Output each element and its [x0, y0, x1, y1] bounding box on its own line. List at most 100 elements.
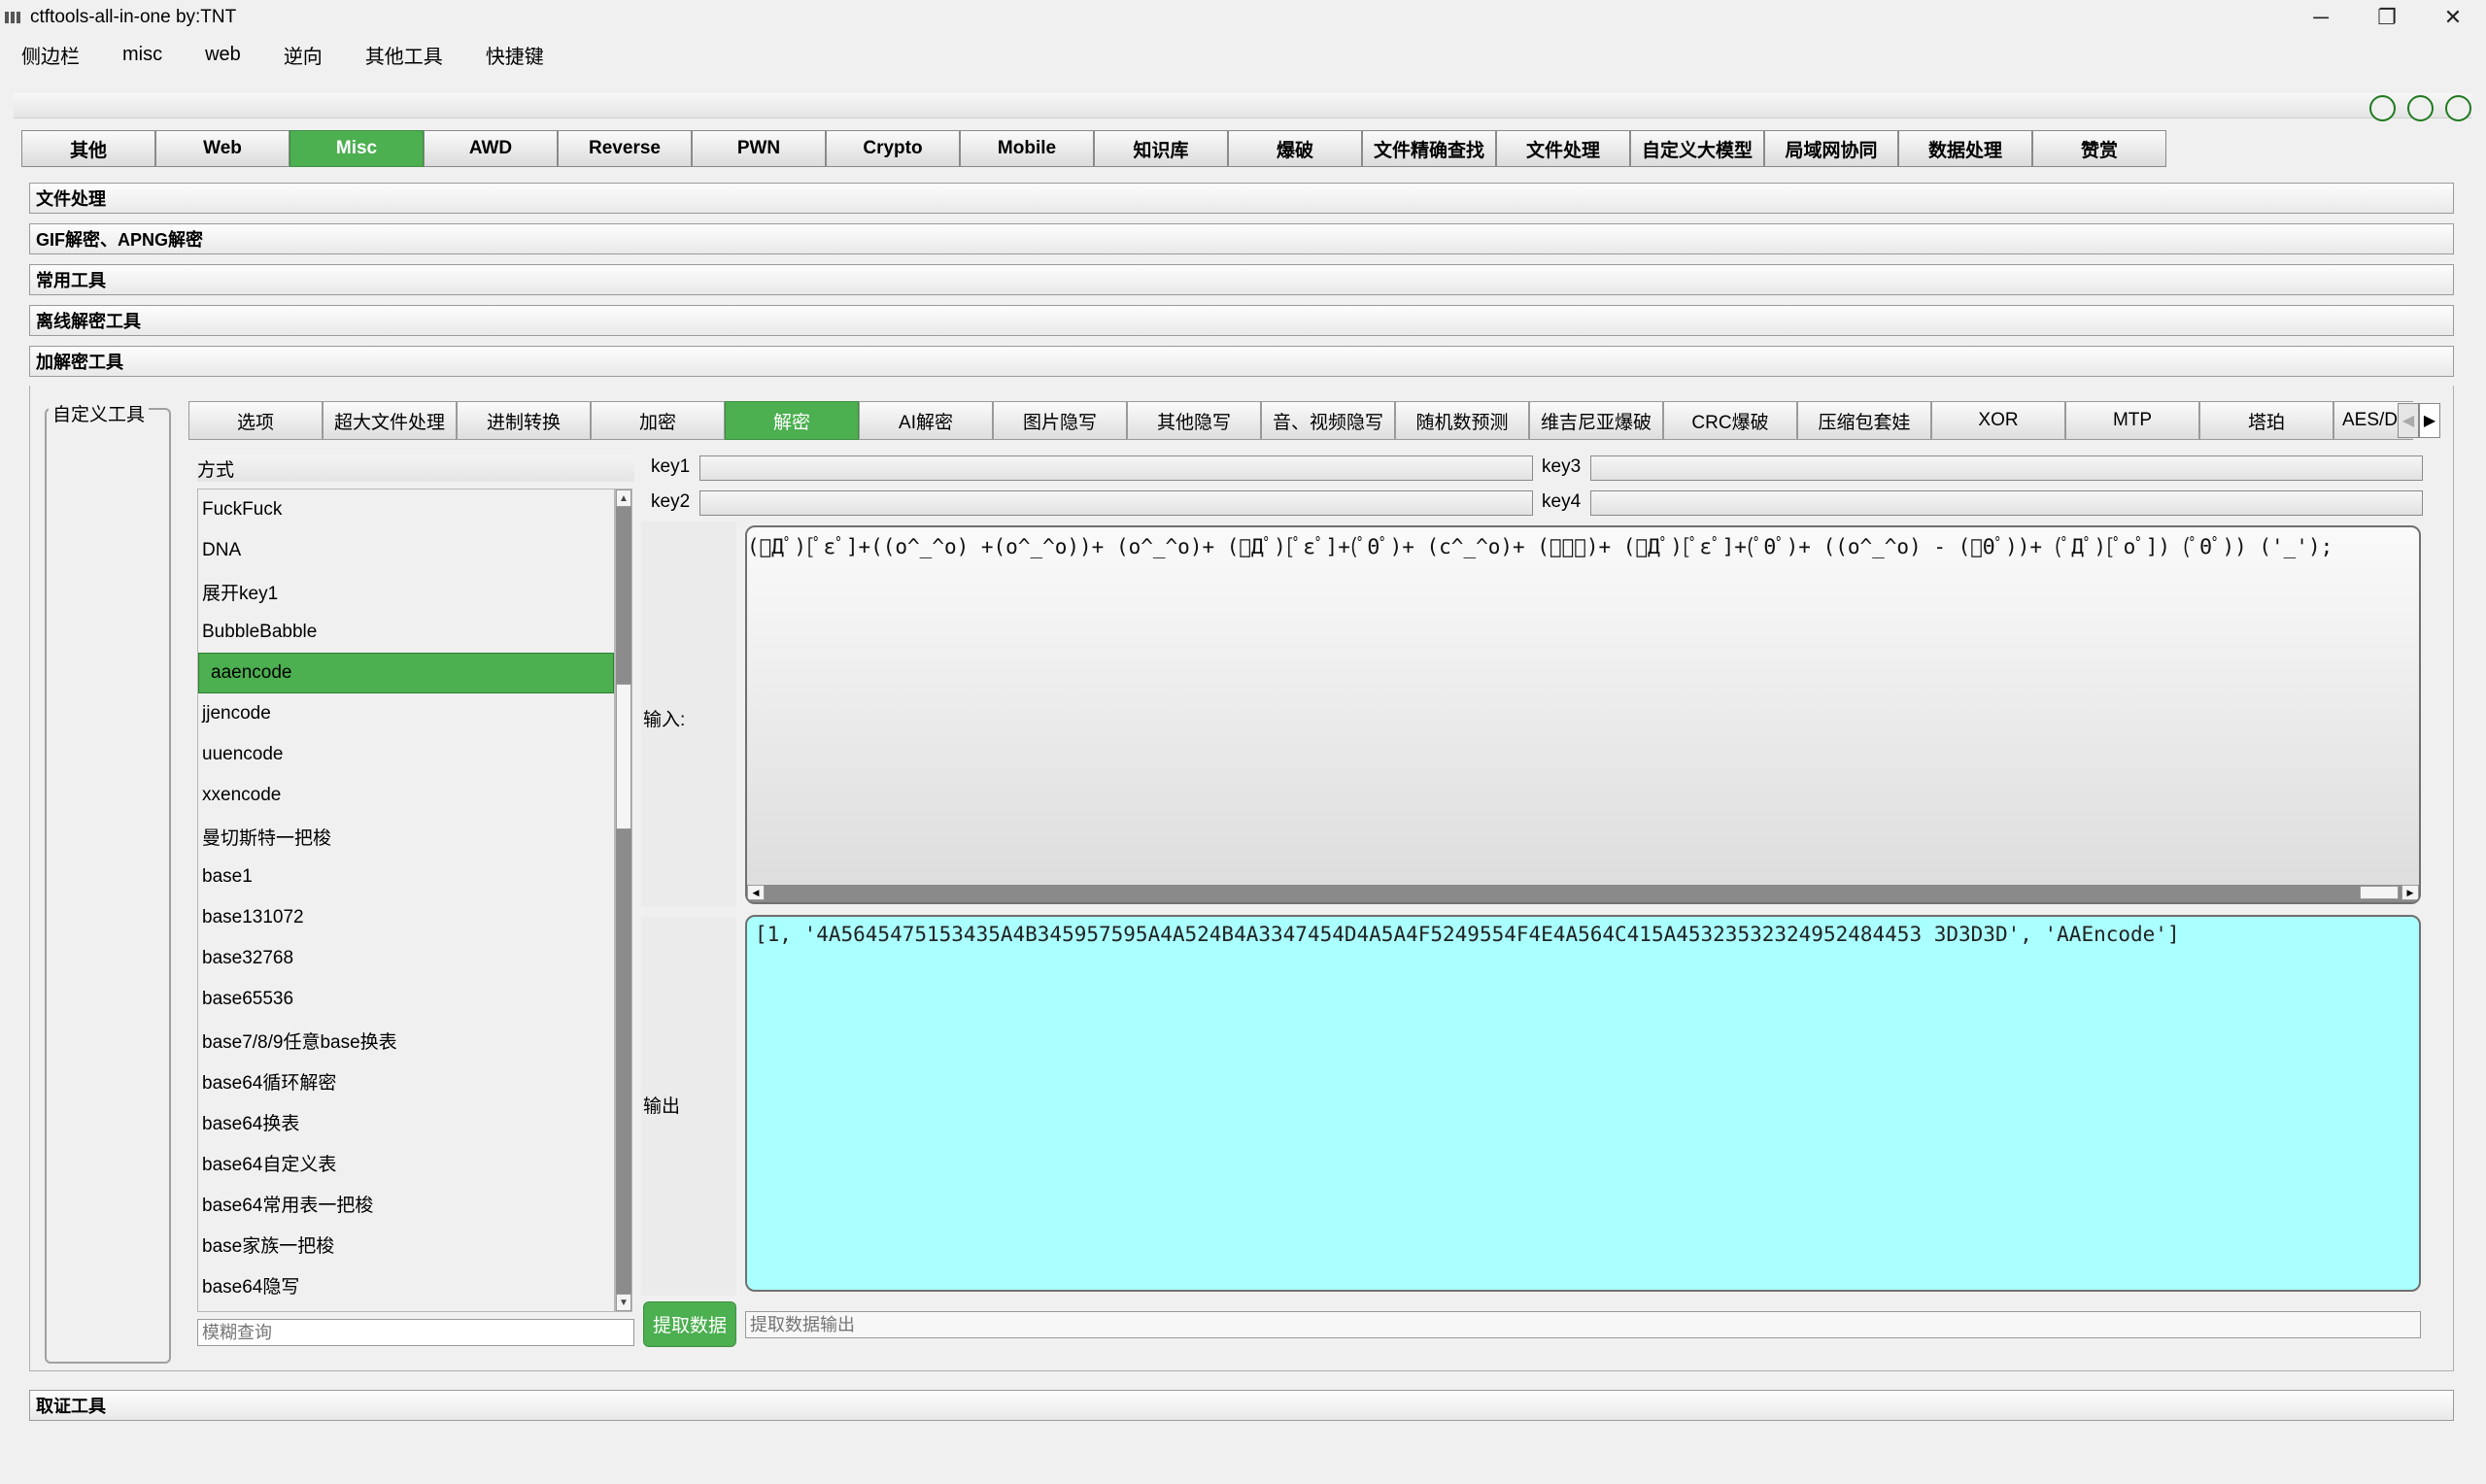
sub-tab[interactable]: 压缩包套娃 [1797, 401, 1931, 440]
accordion-forensics-tools[interactable]: 取证工具 [29, 1390, 2454, 1421]
method-list-item[interactable]: 展开key1 [198, 571, 614, 612]
minimize-icon[interactable]: ─ [2288, 0, 2354, 35]
sub-tab[interactable]: 解密 [725, 401, 859, 440]
menu-item[interactable]: web [184, 44, 262, 66]
menu-item[interactable]: 逆向 [262, 41, 344, 69]
sub-tab-scroll: ◀ ▶ [2398, 403, 2440, 438]
method-list-item[interactable]: uuencode [198, 734, 614, 775]
app-icon [5, 12, 22, 23]
main-tab[interactable]: 文件处理 [1496, 130, 1630, 167]
method-list-item[interactable]: base64常用表一把梭 [198, 1183, 614, 1224]
sub-tab[interactable]: 选项 [188, 401, 323, 440]
main-tab[interactable]: 局域网协同 [1764, 130, 1898, 167]
restore-icon[interactable]: ❐ [2354, 0, 2420, 35]
method-list-item[interactable]: base64换表 [198, 1101, 614, 1142]
method-list-item[interactable]: base32768 [198, 938, 614, 979]
sub-tab[interactable]: 音、视频隐写 [1261, 401, 1395, 440]
method-list-item[interactable]: base家族一把梭 [198, 1224, 614, 1265]
main-tab[interactable]: 自定义大模型 [1630, 130, 1764, 167]
sub-tab[interactable]: 维吉尼亚爆破 [1529, 401, 1663, 440]
circle-icon[interactable] [2407, 95, 2434, 121]
sub-tab[interactable]: 其他隐写 [1127, 401, 1261, 440]
scroll-down-icon[interactable]: ▼ [616, 1294, 631, 1311]
accordion-header[interactable]: 文件处理 [29, 183, 2454, 214]
circle-icon[interactable] [2445, 95, 2471, 121]
scroll-left-icon[interactable]: ◀ [2398, 403, 2419, 438]
method-list-item[interactable]: BubbleBabble [198, 612, 614, 653]
accordion-header[interactable]: 离线解密工具 [29, 305, 2454, 336]
key1-label: key1 [651, 456, 691, 477]
main-tab[interactable]: Crypto [826, 130, 960, 167]
scroll-right-icon[interactable]: ▶ [2401, 885, 2419, 900]
input-horizontal-scrollbar[interactable]: ◀ ▶ [747, 885, 2419, 902]
status-bar [0, 1453, 2486, 1484]
sub-tab[interactable]: 图片隐写 [993, 401, 1127, 440]
method-list-item[interactable]: base64自定义表 [198, 1142, 614, 1183]
method-list-item[interactable]: base64循环解密 [198, 1061, 614, 1101]
extract-data-button[interactable]: 提取数据 [643, 1301, 736, 1347]
main-tab[interactable]: AWD [424, 130, 558, 167]
method-label: 方式 [197, 455, 634, 482]
main-tab[interactable]: Misc [289, 130, 424, 167]
menu-item[interactable]: 快捷键 [464, 41, 565, 69]
method-list-item[interactable]: 曼切斯特一把梭 [198, 816, 614, 857]
menu-item[interactable]: misc [101, 44, 184, 66]
method-list-item[interactable]: base1 [198, 857, 614, 897]
input-textarea[interactable]: (ﾟДﾟ)[ﾟεﾟ]+((o^_^o) +(o^_^o))+ (o^_^o)+ … [745, 525, 2421, 904]
method-list-item[interactable]: base64隐写 [198, 1265, 614, 1305]
output-label: 输出 [643, 1096, 681, 1117]
method-list-item[interactable]: base131072 [198, 897, 614, 938]
sub-tab-bar: 选项 超大文件处理 进制转换 加密 解密 AI解密 图片隐写 其他隐写 音、视频隐写 随机数预测维… [188, 401, 2413, 440]
accordion-header[interactable]: 加解密工具 [29, 346, 2454, 377]
key1-input[interactable] [699, 455, 1533, 481]
sub-tab[interactable]: XOR [1931, 401, 2065, 440]
method-list-item[interactable]: FuckFuck [198, 489, 614, 530]
method-list-scrollbar[interactable]: ▲ ▼ [615, 489, 632, 1312]
fuzzy-search-input[interactable] [197, 1319, 634, 1346]
method-list-item[interactable]: DNA [198, 530, 614, 571]
main-tab[interactable]: 文件精确查找 [1362, 130, 1496, 167]
main-tab[interactable]: Reverse [558, 130, 692, 167]
sub-tab[interactable]: 随机数预测 [1395, 401, 1529, 440]
main-tab[interactable]: Mobile [960, 130, 1094, 167]
close-icon[interactable]: ✕ [2420, 0, 2486, 35]
sub-tab[interactable]: 塔珀 [2199, 401, 2333, 440]
accordion-header[interactable]: GIF解密、APNG解密 [29, 223, 2454, 254]
key2-input[interactable] [699, 490, 1533, 516]
main-tab[interactable]: PWN [692, 130, 826, 167]
circle-icon[interactable] [2369, 95, 2396, 121]
main-tab[interactable]: 爆破 [1228, 130, 1362, 167]
scroll-up-icon[interactable]: ▲ [616, 489, 631, 507]
scrollbar-thumb[interactable] [616, 684, 631, 829]
accordion-header[interactable]: 常用工具 [29, 264, 2454, 295]
method-list-item[interactable]: base7/8/9任意base换表 [198, 1020, 614, 1061]
output-textarea[interactable]: [1, '4A5645475153435A4B345957595A4A524B4… [745, 915, 2421, 1292]
key3-input[interactable] [1590, 455, 2423, 481]
key4-label: key4 [1542, 491, 1582, 512]
method-list-item[interactable]: jjencode [198, 693, 614, 734]
method-list-item[interactable]: xxencode [198, 775, 614, 816]
method-list-item[interactable]: base65536 [198, 979, 614, 1020]
main-tab[interactable]: Web [155, 130, 289, 167]
method-list: FuckFuck DNA 展开key1 BubbleBabble aaencode jje… [197, 489, 615, 1312]
key3-label: key3 [1542, 456, 1582, 477]
main-tab[interactable]: 知识库 [1094, 130, 1228, 167]
menu-item[interactable]: 侧边栏 [0, 41, 101, 69]
sub-tab[interactable]: AI解密 [859, 401, 993, 440]
key4-input[interactable] [1590, 490, 2423, 516]
scrollbar-thumb[interactable] [2360, 886, 2399, 899]
method-list-item[interactable]: aaencode [198, 653, 614, 693]
sub-tab[interactable]: MTP [2065, 401, 2199, 440]
scroll-right-icon[interactable]: ▶ [2419, 403, 2440, 438]
menu-item[interactable]: 其他工具 [344, 41, 464, 69]
sub-tab[interactable]: CRC爆破 [1663, 401, 1797, 440]
sub-tab[interactable]: 进制转换 [457, 401, 591, 440]
sub-tab[interactable]: 加密 [591, 401, 725, 440]
main-tab[interactable]: 其他 [21, 130, 155, 167]
sub-tab[interactable]: 超大文件处理 [323, 401, 457, 440]
extract-data-output[interactable] [745, 1311, 2421, 1338]
menu-bar: 侧边栏 misc web 逆向 其他工具 快捷键 [0, 37, 565, 72]
scroll-left-icon[interactable]: ◀ [747, 885, 765, 900]
main-tab[interactable]: 赞赏 [2032, 130, 2166, 167]
main-tab[interactable]: 数据处理 [1898, 130, 2032, 167]
